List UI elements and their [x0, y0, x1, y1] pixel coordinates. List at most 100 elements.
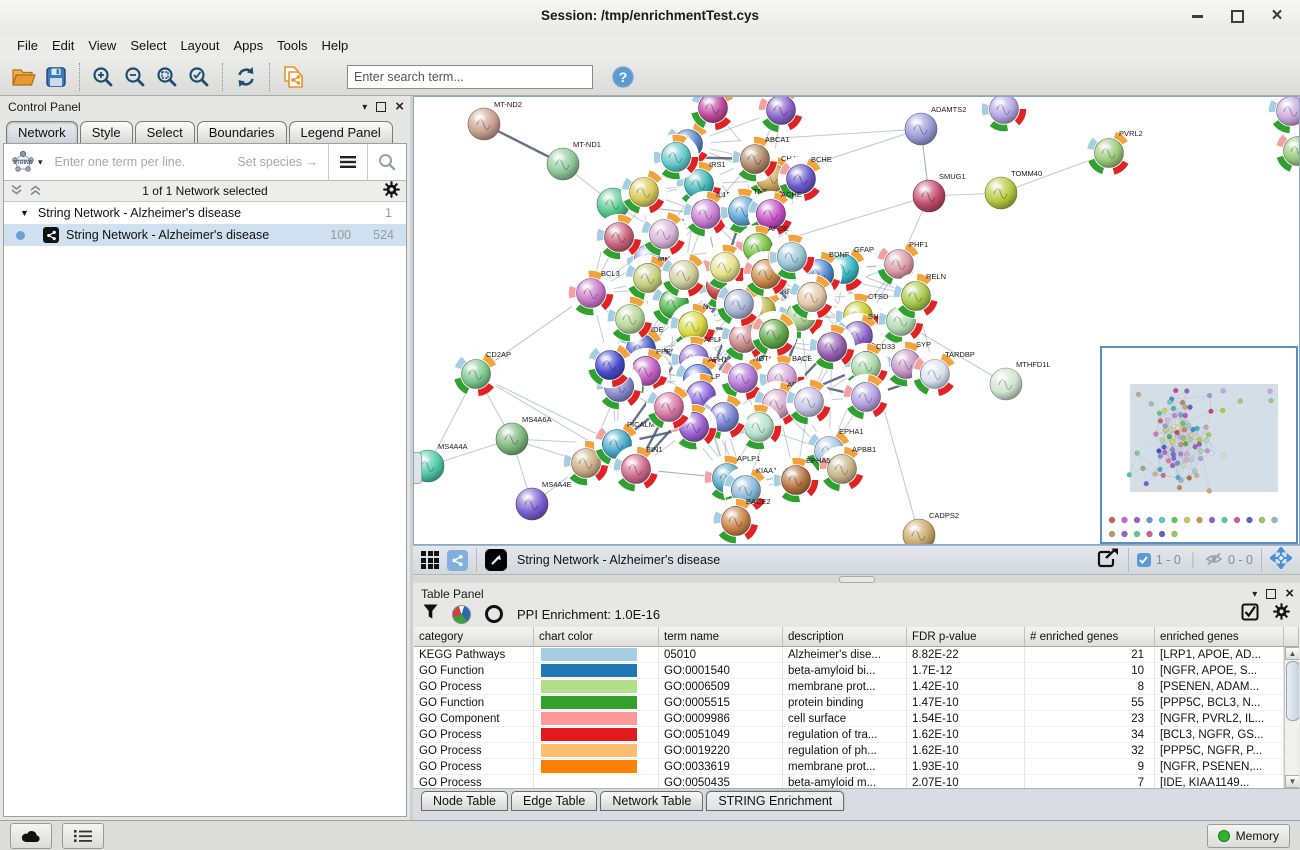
- column-header-description[interactable]: description: [783, 627, 907, 647]
- enrichment-table-header: categorychart colorterm namedescriptionF…: [414, 627, 1299, 647]
- column-header-FDR-p-value[interactable]: FDR p-value: [907, 627, 1025, 647]
- string-logo[interactable]: STRING ▾: [4, 149, 47, 175]
- string-options-menu-icon[interactable]: [329, 144, 367, 180]
- enrichment-row[interactable]: GO ComponentGO:0009986cell surface1.54E-…: [414, 711, 1284, 727]
- panel-menu-caret-icon[interactable]: ▾: [1252, 589, 1257, 600]
- count-cell: 9: [1025, 759, 1155, 775]
- description-cell: cell surface: [783, 711, 907, 727]
- checkbox-icon[interactable]: [1241, 603, 1259, 626]
- node-label: CD2AP: [486, 350, 511, 359]
- string-search-icon[interactable]: [368, 144, 406, 180]
- node-label: BCL3: [601, 269, 620, 278]
- enrichment-row[interactable]: GO ProcessGO:0033619membrane prot...1.93…: [414, 759, 1284, 775]
- tree-expander-icon[interactable]: ▼: [20, 208, 29, 218]
- scrollbar-thumb[interactable]: [1286, 661, 1299, 721]
- enrichment-row[interactable]: GO FunctionGO:0005515protein binding1.47…: [414, 695, 1284, 711]
- help-icon[interactable]: ?: [607, 62, 639, 92]
- enrichment-row[interactable]: GO ProcessGO:0019220regulation of ph...1…: [414, 743, 1284, 759]
- network-view[interactable]: MT-ND2MT-ND1VSNL1GAB2IRS1CHATABCA1BCHEIL…: [413, 96, 1300, 545]
- refresh-icon[interactable]: [230, 62, 262, 92]
- category-cell: GO Process: [414, 743, 534, 759]
- open-folder-icon[interactable]: [8, 62, 40, 92]
- zoom-in-icon[interactable]: [87, 62, 119, 92]
- control-panel-header: Control Panel ▾ ×: [0, 96, 410, 116]
- menu-help[interactable]: Help: [315, 35, 356, 56]
- set-species-label[interactable]: Set species →: [237, 155, 318, 169]
- tab-boundaries[interactable]: Boundaries: [197, 121, 287, 143]
- cloud-icon[interactable]: [10, 823, 52, 849]
- column-header-chart-color[interactable]: chart color: [534, 627, 659, 647]
- grid-icon[interactable]: [421, 551, 439, 569]
- network-collection-row[interactable]: ▼ String Network - Alzheimer's disease 1: [4, 202, 406, 224]
- memory-button[interactable]: Memory: [1207, 824, 1290, 848]
- scroll-down-icon[interactable]: ▼: [1285, 775, 1299, 788]
- pie-chart-icon[interactable]: [452, 605, 471, 624]
- task-list-icon[interactable]: [62, 823, 104, 849]
- panel-menu-caret-icon[interactable]: ▾: [362, 102, 367, 113]
- network-row-selected[interactable]: String Network - Alzheimer's disease 100…: [4, 224, 406, 246]
- search-input[interactable]: [347, 65, 593, 89]
- table-scrollbar[interactable]: ▲ ▼: [1284, 647, 1299, 788]
- menu-view[interactable]: View: [81, 35, 123, 56]
- tab-style[interactable]: Style: [80, 121, 133, 143]
- save-icon[interactable]: [40, 62, 72, 92]
- move-icon[interactable]: [1270, 547, 1292, 574]
- menu-tools[interactable]: Tools: [270, 35, 314, 56]
- expand-all-icon[interactable]: [29, 184, 42, 199]
- enrichment-row[interactable]: GO ProcessGO:0050435beta-amyloid m...2.0…: [414, 775, 1284, 788]
- tab-node-table[interactable]: Node Table: [421, 791, 508, 811]
- filter-icon[interactable]: [423, 604, 438, 624]
- panel-close-icon[interactable]: ×: [1285, 589, 1294, 599]
- close-button[interactable]: ×: [1268, 7, 1286, 25]
- tab-string-enrichment[interactable]: STRING Enrichment: [706, 791, 844, 811]
- menu-edit[interactable]: Edit: [45, 35, 81, 56]
- table-panel-title: Table Panel: [421, 587, 484, 601]
- birdseye-view[interactable]: [1100, 346, 1298, 544]
- zoom-out-icon[interactable]: [119, 62, 151, 92]
- horizontal-splitter[interactable]: [413, 575, 1300, 583]
- panel-close-icon[interactable]: ×: [395, 102, 404, 112]
- node-label: MT-ND1: [573, 140, 601, 149]
- chart-color-cell: [534, 711, 659, 727]
- node-label: PICALM: [627, 420, 655, 429]
- panel-float-icon[interactable]: [1266, 589, 1276, 599]
- node-label: APBB1: [852, 445, 876, 454]
- scroll-up-icon[interactable]: ▲: [1285, 647, 1299, 660]
- enrichment-row[interactable]: GO ProcessGO:0051049regulation of tra...…: [414, 727, 1284, 743]
- menu-apps[interactable]: Apps: [227, 35, 271, 56]
- settings-gear-icon[interactable]: [1273, 603, 1290, 625]
- zoom-fit-icon[interactable]: [151, 62, 183, 92]
- tab-edge-table[interactable]: Edge Table: [511, 791, 597, 811]
- share-icon[interactable]: [447, 550, 468, 571]
- ring-chart-icon[interactable]: [485, 605, 503, 623]
- network-list-gear-icon[interactable]: [383, 181, 400, 201]
- tab-network[interactable]: Network: [6, 121, 78, 143]
- minimize-button[interactable]: [1188, 7, 1206, 25]
- tab-select[interactable]: Select: [135, 121, 195, 143]
- string-query-input[interactable]: [47, 154, 238, 170]
- count-cell: 7: [1025, 775, 1155, 788]
- tab-legend-panel[interactable]: Legend Panel: [289, 121, 393, 143]
- column-header-term-name[interactable]: term name: [659, 627, 783, 647]
- annotation-arrow-icon[interactable]: [485, 549, 507, 571]
- tab-network-table[interactable]: Network Table: [600, 791, 703, 811]
- menu-select[interactable]: Select: [123, 35, 173, 56]
- export-icon[interactable]: [1096, 547, 1120, 574]
- column-header--enriched-genes[interactable]: # enriched genes: [1025, 627, 1155, 647]
- memory-label: Memory: [1236, 829, 1279, 843]
- network-from-file-icon[interactable]: [277, 62, 309, 92]
- enrichment-row[interactable]: GO ProcessGO:0006509membrane prot...1.42…: [414, 679, 1284, 695]
- column-header-category[interactable]: category: [414, 627, 534, 647]
- enrichment-row[interactable]: KEGG Pathways05010Alzheimer's dise...8.8…: [414, 647, 1284, 663]
- enrichment-row[interactable]: GO FunctionGO:0001540beta-amyloid bi...1…: [414, 663, 1284, 679]
- maximize-button[interactable]: [1228, 7, 1246, 25]
- zoom-selected-icon[interactable]: [183, 62, 215, 92]
- menu-file[interactable]: File: [10, 35, 45, 56]
- panel-float-icon[interactable]: [376, 102, 386, 112]
- column-header-enriched-genes[interactable]: enriched genes: [1155, 627, 1284, 647]
- collapse-all-icon[interactable]: [10, 184, 23, 199]
- category-cell: GO Component: [414, 711, 534, 727]
- menu-layout[interactable]: Layout: [173, 35, 226, 56]
- node-label: SMUG1: [939, 172, 966, 181]
- panel-grip-handle[interactable]: [414, 452, 422, 484]
